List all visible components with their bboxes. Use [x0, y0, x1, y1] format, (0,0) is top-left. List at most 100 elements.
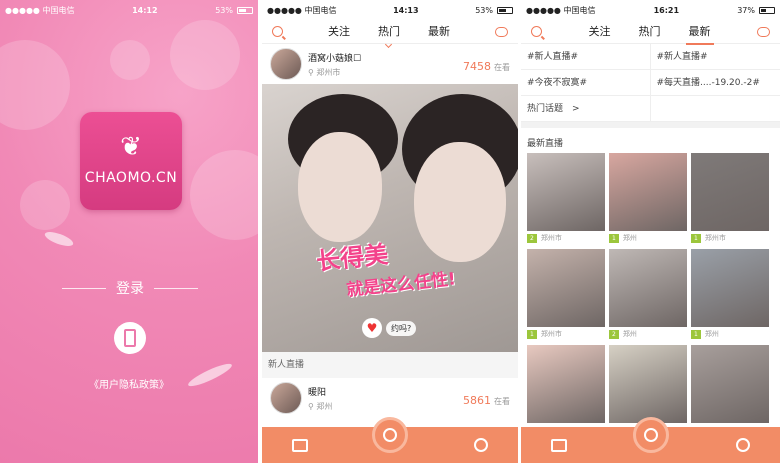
bokeh-bubble — [110, 40, 150, 80]
chat-icon[interactable] — [757, 26, 770, 37]
battery-icon — [496, 6, 513, 14]
stream-card-header[interactable]: 酒窝小菇娘☐ ⚲ 郑州市 7458 在看 — [262, 44, 518, 84]
chat-icon[interactable] — [495, 26, 508, 37]
level-badge: 2 — [527, 233, 537, 243]
avatar[interactable] — [270, 48, 302, 80]
section-new-live: 新人直播 — [262, 352, 518, 378]
privacy-policy-link[interactable]: 《用户隐私政策》 — [0, 376, 258, 391]
tab-hot[interactable]: 热门 — [378, 23, 400, 41]
level-badge: 1 — [691, 329, 701, 339]
battery-icon — [758, 6, 775, 14]
go-live-button[interactable] — [372, 417, 408, 453]
tab-latest[interactable]: 最新 — [685, 23, 714, 45]
topic-item[interactable]: #新人直播# — [521, 44, 651, 70]
stream-thumbnail[interactable] — [691, 345, 769, 437]
thumbnail-location: 郑州市 — [540, 330, 562, 338]
thumbnail-location: 郑州市 — [540, 234, 562, 242]
carrier: ●●●●● 中国电信 — [5, 5, 75, 15]
tv-icon[interactable] — [292, 438, 308, 452]
level-badge: 2 — [609, 329, 619, 339]
carrier: ●●●●● 中国电信 — [267, 5, 337, 15]
thumbnail-meta: 2 郑州 — [609, 327, 687, 341]
wings-icon: ❦ — [120, 132, 142, 162]
tab-latest[interactable]: 最新 — [428, 23, 450, 41]
login-screen: ●●●●● 中国电信 14:12 53% ❦ CHAOMO.CN 登录 《用户隐… — [0, 0, 258, 463]
profile-icon[interactable] — [736, 438, 750, 452]
thumbnail-meta: 1 郑州 — [609, 231, 687, 245]
heart-icon: ♥ — [362, 318, 382, 338]
tv-icon[interactable] — [551, 438, 567, 452]
tab-follow[interactable]: 关注 — [589, 23, 611, 41]
status-bar: ●●●●● 中国电信 16:21 37% — [521, 0, 780, 20]
stream-cover-photo[interactable]: 长得美 就是这么任性! ♥ 约吗? — [262, 84, 518, 352]
topic-item[interactable]: #每天直播....-19.20.-2# — [650, 70, 780, 96]
thumbnail-image — [691, 249, 769, 327]
thumbnail-image — [609, 249, 687, 327]
latest-live-label: 最新直播 — [527, 139, 564, 149]
photo-caption: 长得美 — [314, 240, 390, 276]
streamer-name: 酒窝小菇娘☐ — [308, 53, 362, 64]
viewer-count: 7458 在看 — [463, 60, 510, 73]
topic-grid: #新人直播# #新人直播# #今夜不寂寞# #每天直播....-19.20.-2… — [521, 44, 780, 128]
hot-topics-link[interactable]: 热门话题 > — [521, 96, 651, 122]
stream-thumbnail[interactable]: 2 郑州 — [609, 249, 687, 341]
status-bar: ●●●●● 中国电信 14:13 53% — [262, 0, 518, 20]
bokeh-bubble — [0, 40, 70, 130]
stream-thumbnail[interactable]: 1 郑州市 — [527, 249, 605, 341]
tab-follow[interactable]: 关注 — [328, 23, 350, 41]
top-nav: 关注 热门 最新 — [262, 20, 518, 44]
topic-item[interactable]: #新人直播# — [650, 44, 780, 70]
login-label: 登录 — [116, 281, 144, 297]
level-badge: 1 — [527, 329, 537, 339]
topic-empty — [650, 96, 780, 122]
thumbnail-image — [527, 345, 605, 423]
tab-hot[interactable]: 热门 — [639, 23, 661, 41]
clock: 14:13 — [393, 5, 419, 15]
streamer-name: 暖阳 — [308, 387, 327, 398]
stream-thumbnail[interactable]: 2 郑州市 — [527, 153, 605, 245]
bokeh-bubble — [190, 150, 258, 240]
profile-icon[interactable] — [474, 438, 488, 452]
stream-thumbnail[interactable] — [527, 345, 605, 437]
thumbnail-location: 郑州 — [622, 234, 637, 242]
top-nav: 关注 热门 最新 — [521, 20, 780, 45]
search-icon[interactable] — [531, 26, 542, 37]
phone-login-button[interactable] — [114, 322, 146, 354]
go-live-button[interactable] — [632, 417, 669, 453]
bokeh-bubble — [20, 180, 70, 230]
thumbnail-image — [691, 345, 769, 423]
logo-text: CHAOMO.CN — [84, 170, 178, 186]
latest-screen: ●●●●● 中国电信 16:21 37% 关注 热门 最新 #新人直播# #新人… — [521, 0, 780, 463]
bottom-tab-bar — [521, 417, 780, 463]
feather-decoration — [43, 229, 75, 249]
thumbnail-location: 郑州 — [622, 330, 637, 338]
battery-icon — [236, 6, 253, 14]
mobile-phone-icon — [124, 329, 136, 347]
stream-grid: 2 郑州市 1 郑州 1 郑州市 1 郑州市 2 郑州 1 郑州 — [521, 153, 780, 437]
avatar[interactable] — [270, 382, 302, 414]
bokeh-bubble — [170, 20, 240, 90]
viewer-count: 5861 在看 — [463, 394, 510, 407]
heart-sticker: ♥ 约吗? — [362, 318, 417, 338]
thumbnail-location: 郑州 — [704, 330, 719, 338]
battery-percent: 53% — [215, 5, 233, 15]
clock: 16:21 — [653, 5, 680, 15]
level-badge: 1 — [691, 233, 701, 243]
hot-feed-screen: ●●●●● 中国电信 14:13 53% 关注 热门 最新 酒窝小菇娘☐ ⚲ 郑… — [262, 0, 518, 463]
thumbnail-image — [609, 345, 687, 423]
thumbnail-image — [527, 249, 605, 327]
streamer-location: ⚲ 郑州市 — [308, 67, 341, 77]
stream-thumbnail[interactable]: 1 郑州市 — [691, 153, 769, 245]
battery-percent: 53% — [475, 5, 493, 15]
thumbnail-meta: 1 郑州 — [691, 327, 769, 341]
clock: 14:12 — [132, 5, 158, 15]
thumbnail-location: 郑州市 — [704, 234, 726, 242]
carrier: ●●●●● 中国电信 — [526, 5, 596, 15]
stream-thumbnail[interactable]: 1 郑州 — [609, 153, 687, 245]
search-icon[interactable] — [272, 26, 283, 37]
level-badge: 1 — [609, 233, 619, 243]
topic-item[interactable]: #今夜不寂寞# — [521, 70, 651, 96]
login-divider: 登录 — [62, 278, 198, 298]
stream-thumbnail[interactable]: 1 郑州 — [691, 249, 769, 341]
stream-card-header[interactable]: 暖阳 ⚲ 郑州 5861 在看 — [262, 378, 518, 418]
